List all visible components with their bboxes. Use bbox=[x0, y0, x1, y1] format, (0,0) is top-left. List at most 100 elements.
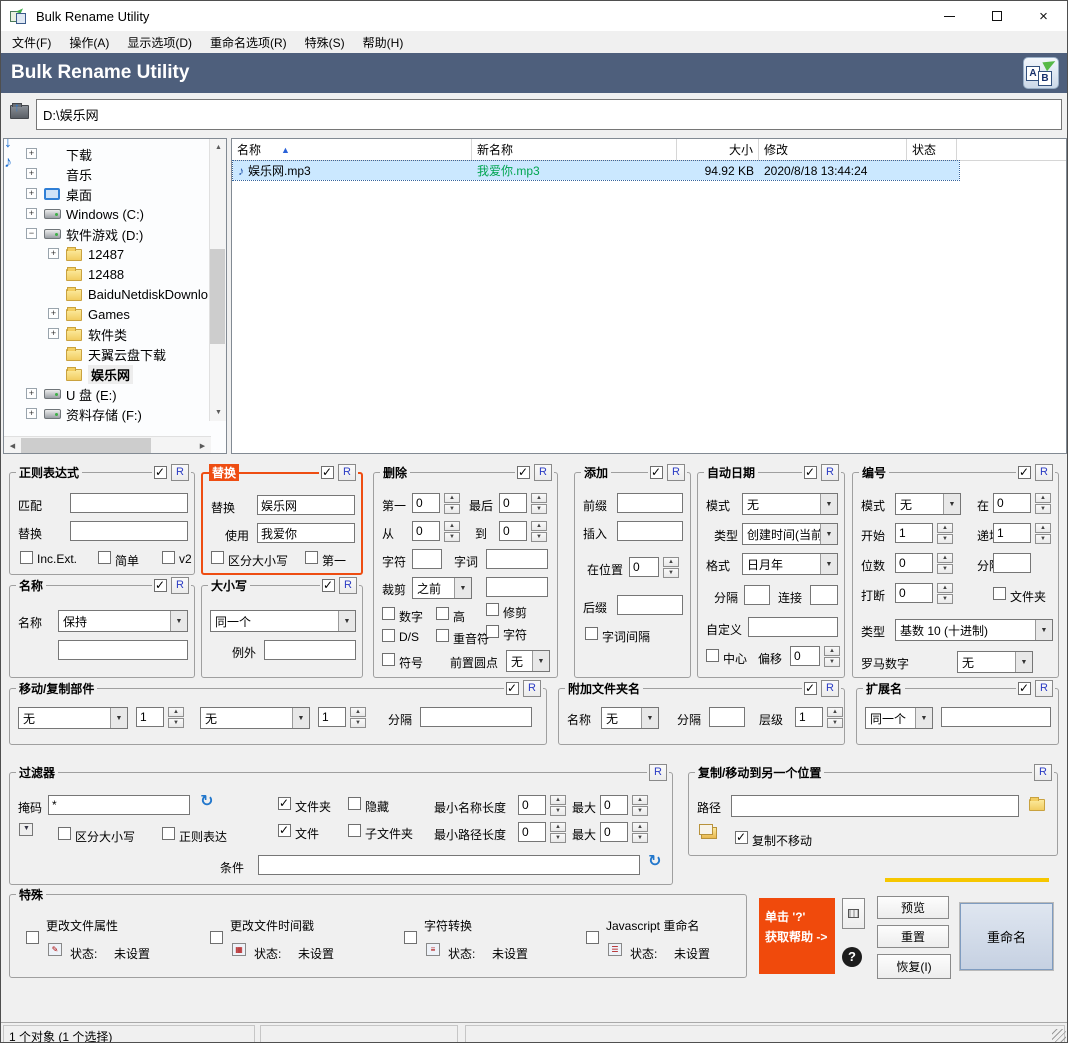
rename-button[interactable]: 重命名 bbox=[960, 903, 1053, 970]
num-start-input[interactable] bbox=[895, 523, 933, 543]
copy-folders-icon[interactable] bbox=[701, 827, 717, 839]
spin-down-icon[interactable] bbox=[444, 532, 460, 542]
offset-input[interactable] bbox=[790, 646, 820, 666]
spin-down-icon[interactable] bbox=[550, 833, 566, 843]
spin-down-icon[interactable] bbox=[531, 532, 547, 542]
spin-down-icon[interactable] bbox=[1035, 534, 1051, 544]
spin-down-icon[interactable] bbox=[531, 504, 547, 514]
spinner[interactable] bbox=[531, 493, 547, 514]
extension-input[interactable] bbox=[941, 707, 1051, 727]
move-to-select[interactable]: 无 bbox=[200, 707, 310, 729]
remove-from-input[interactable] bbox=[412, 521, 440, 541]
spin-down-icon[interactable] bbox=[350, 718, 366, 728]
autodate-reset-button[interactable]: R bbox=[821, 464, 839, 481]
spin-down-icon[interactable] bbox=[632, 833, 648, 843]
expander-plus-icon[interactable] bbox=[26, 408, 37, 419]
spinner[interactable] bbox=[937, 553, 953, 574]
remove-last-input[interactable] bbox=[499, 493, 527, 513]
spinner[interactable] bbox=[531, 521, 547, 542]
append-reset-button[interactable]: R bbox=[821, 680, 839, 697]
extension-reset-button[interactable]: R bbox=[1035, 680, 1053, 697]
close-button[interactable]: × bbox=[1020, 1, 1067, 31]
lead-dots-select[interactable]: 无 bbox=[506, 650, 550, 672]
tree-item[interactable]: 音乐 bbox=[66, 165, 92, 184]
spin-up-icon[interactable] bbox=[350, 707, 366, 717]
menu-display-options[interactable]: 显示选项(D) bbox=[118, 34, 201, 51]
spin-up-icon[interactable] bbox=[632, 795, 648, 805]
scroll-down-icon[interactable]: ▼ bbox=[210, 404, 227, 421]
menu-rename-options[interactable]: 重命名选项(R) bbox=[201, 34, 296, 51]
filter-regex-checkbox[interactable] bbox=[162, 827, 175, 840]
path-input[interactable] bbox=[36, 99, 1062, 130]
remove-first-input[interactable] bbox=[412, 493, 440, 513]
autodate-format-select[interactable]: 日月年 bbox=[742, 553, 838, 575]
case-mode-select[interactable]: 同一个 bbox=[210, 610, 356, 632]
replace-first-checkbox[interactable] bbox=[305, 551, 318, 564]
incext-checkbox[interactable] bbox=[20, 551, 33, 564]
max-path-input[interactable] bbox=[600, 822, 628, 842]
spin-down-icon[interactable] bbox=[937, 534, 953, 544]
maximize-button[interactable] bbox=[973, 1, 1020, 31]
spinner[interactable] bbox=[444, 493, 460, 514]
regex-replace-input[interactable] bbox=[70, 521, 188, 541]
column-modified[interactable]: 修改 bbox=[759, 139, 907, 160]
tree-item-selected[interactable]: 娱乐网 bbox=[88, 365, 133, 384]
name-mode-select[interactable]: 保持 bbox=[58, 610, 188, 632]
spin-down-icon[interactable] bbox=[937, 594, 953, 604]
min-path-input[interactable] bbox=[518, 822, 546, 842]
move-count1-input[interactable] bbox=[136, 707, 164, 727]
spin-up-icon[interactable] bbox=[444, 493, 460, 503]
num-pad-input[interactable] bbox=[895, 553, 933, 573]
expander-plus-icon[interactable] bbox=[48, 328, 59, 339]
filter-folders-checkbox[interactable] bbox=[278, 797, 291, 810]
crop-input[interactable] bbox=[486, 577, 548, 597]
spin-up-icon[interactable] bbox=[1035, 523, 1051, 533]
case-exception-input[interactable] bbox=[264, 640, 356, 660]
remove-words-input[interactable] bbox=[486, 549, 548, 569]
help-image-button[interactable] bbox=[842, 898, 865, 929]
spinner[interactable] bbox=[663, 557, 679, 578]
spinner[interactable] bbox=[550, 795, 566, 816]
roman-select[interactable]: 无 bbox=[957, 651, 1033, 673]
move-count2-input[interactable] bbox=[318, 707, 346, 727]
spin-up-icon[interactable] bbox=[937, 553, 953, 563]
copy-path-input[interactable] bbox=[731, 795, 1019, 817]
tree-item[interactable]: Windows (C:) bbox=[66, 207, 144, 222]
revert-button[interactable]: 恢复(I) bbox=[877, 954, 951, 979]
suffix-input[interactable] bbox=[617, 595, 683, 615]
spin-down-icon[interactable] bbox=[937, 564, 953, 574]
accents-checkbox[interactable] bbox=[436, 629, 449, 642]
remove-enable-checkbox[interactable] bbox=[517, 466, 530, 479]
spin-up-icon[interactable] bbox=[937, 583, 953, 593]
replace-with-input[interactable] bbox=[257, 523, 355, 543]
char-translation-checkbox[interactable] bbox=[404, 931, 417, 944]
resize-grip[interactable] bbox=[1052, 1029, 1066, 1043]
replace-case-checkbox[interactable] bbox=[211, 551, 224, 564]
column-name[interactable]: 名称▲ bbox=[232, 139, 472, 160]
append-enable-checkbox[interactable] bbox=[804, 682, 817, 695]
move-from-select[interactable]: 无 bbox=[18, 707, 128, 729]
spin-up-icon[interactable] bbox=[550, 795, 566, 805]
tree-vertical-scrollbar[interactable]: ▲ ▼ bbox=[209, 139, 226, 421]
digits-checkbox[interactable] bbox=[382, 607, 395, 620]
javascript-rename-checkbox[interactable] bbox=[586, 931, 599, 944]
spinner[interactable] bbox=[827, 707, 843, 728]
add-reset-button[interactable]: R bbox=[667, 464, 685, 481]
simple-checkbox[interactable] bbox=[98, 551, 111, 564]
remove-chars-input[interactable] bbox=[412, 549, 442, 569]
numbering-enable-checkbox[interactable] bbox=[1018, 466, 1031, 479]
name-reset-button[interactable]: R bbox=[171, 577, 189, 594]
change-attributes-checkbox[interactable] bbox=[26, 931, 39, 944]
browse-folder-icon[interactable] bbox=[1029, 799, 1045, 811]
spin-down-icon[interactable] bbox=[824, 657, 840, 667]
spin-down-icon[interactable] bbox=[444, 504, 460, 514]
change-timestamp-checkbox[interactable] bbox=[210, 931, 223, 944]
refresh-icon[interactable] bbox=[200, 795, 216, 811]
tree-item[interactable]: 桌面 bbox=[66, 185, 92, 204]
append-levels-input[interactable] bbox=[795, 707, 823, 727]
v2-checkbox[interactable] bbox=[162, 551, 175, 564]
column-status[interactable]: 状态 bbox=[907, 139, 957, 160]
numbering-reset-button[interactable]: R bbox=[1035, 464, 1053, 481]
tree-horizontal-scrollbar[interactable]: ◀ ▶ bbox=[4, 436, 211, 453]
prefix-input[interactable] bbox=[617, 493, 683, 513]
